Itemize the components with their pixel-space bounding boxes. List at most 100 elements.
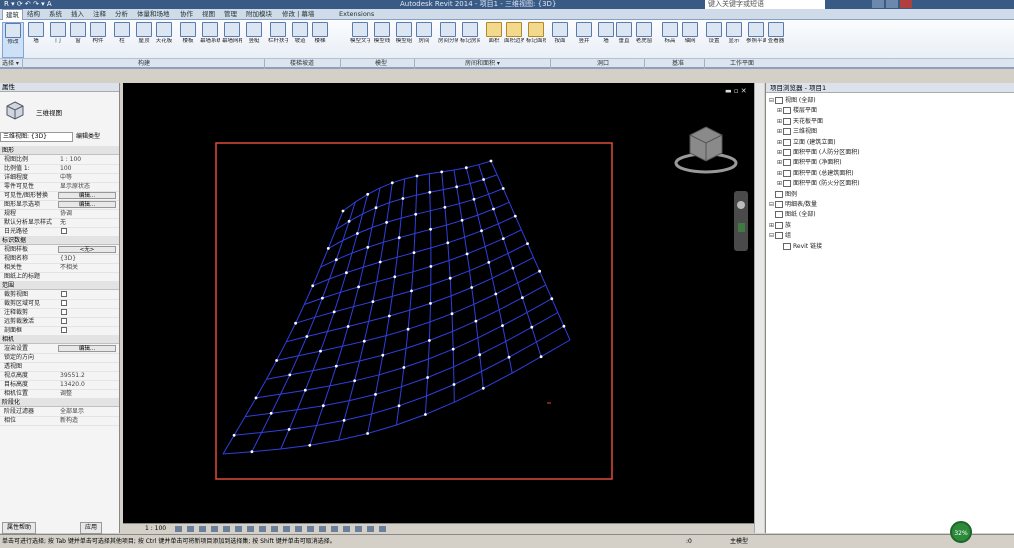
ribbon-button-17[interactable]: 模型组 (394, 22, 414, 56)
tab-11[interactable]: 修改 | 幕墙 (279, 9, 317, 20)
tab-9[interactable]: 管理 (221, 9, 240, 20)
browser-node[interactable]: ⊞ 面积平面 (总建筑面积) (777, 169, 854, 178)
grid-node[interactable] (507, 355, 511, 359)
grid-node[interactable] (232, 433, 236, 437)
ribbon-button-2[interactable]: 门 (48, 22, 68, 56)
browser-node[interactable]: 图例 (769, 190, 797, 199)
ribbon-button-7[interactable]: 天花板 (154, 22, 174, 56)
ribbon-button-5[interactable]: 柱 (112, 22, 132, 56)
grid-line-vertical[interactable] (280, 194, 369, 450)
grid-node[interactable] (311, 284, 315, 288)
properties-help-link[interactable]: 属性帮助 (2, 522, 37, 534)
grid-node[interactable] (455, 185, 459, 189)
properties-section-header[interactable]: 相机 (0, 335, 119, 344)
browser-node[interactable]: ⊞ 面积平面 (净面积) (777, 158, 842, 167)
view-control-icon[interactable] (187, 526, 194, 532)
property-value[interactable]: 13420.0 (60, 380, 118, 389)
grid-node[interactable] (550, 297, 554, 301)
grid-node[interactable] (412, 251, 416, 255)
view-control-icon[interactable] (319, 526, 326, 532)
view-control-icon[interactable] (247, 526, 254, 532)
property-value[interactable]: 100 (60, 164, 118, 173)
property-value[interactable]: 全部显示 (60, 407, 118, 416)
grid-node[interactable] (347, 219, 351, 223)
grid-node[interactable] (269, 411, 273, 415)
grid-node[interactable] (426, 376, 429, 379)
view-control-icon[interactable] (367, 526, 374, 532)
ribbon-button-30[interactable]: 轴网 (680, 22, 700, 56)
instance-selector[interactable]: 三维视图: {3D} (0, 132, 73, 142)
grid-node[interactable] (448, 276, 452, 280)
grid-node[interactable] (443, 205, 447, 209)
grid-node[interactable] (319, 349, 322, 353)
ribbon-button-0[interactable]: 修改 (2, 22, 24, 58)
grid-node[interactable] (346, 325, 350, 328)
view-control-icon[interactable] (331, 526, 338, 532)
view-control-icon[interactable] (307, 526, 314, 532)
ribbon-button-26[interactable]: 墙 (596, 22, 616, 56)
ribbon-button-22[interactable]: 面积边界 (504, 22, 524, 56)
ribbon-button-6[interactable]: 屋顶 (134, 22, 154, 56)
ribbon-button-15[interactable]: 模型文字 (350, 22, 370, 56)
grid-node[interactable] (326, 247, 330, 250)
browser-node[interactable]: ⊞ 三维视图 (777, 127, 817, 136)
view-window-controls[interactable]: ▬ ▫ ✕ (725, 87, 747, 95)
browser-node[interactable]: ⊞ 天花板平面 (777, 117, 823, 126)
grid-node[interactable] (387, 314, 391, 318)
properties-section-header[interactable]: 阶段化 (0, 398, 119, 407)
property-value[interactable]: 中等 (60, 173, 118, 182)
view-control-icon[interactable] (295, 526, 302, 532)
grid-node[interactable] (334, 364, 338, 368)
browser-node[interactable]: ⊞ 族 (769, 221, 791, 230)
grid-node[interactable] (526, 242, 529, 246)
grid-node[interactable] (374, 206, 378, 210)
edit-type-button[interactable]: 编辑类型 (76, 132, 118, 142)
grid-node[interactable] (342, 419, 346, 422)
grid-node[interactable] (294, 321, 297, 325)
grid-node[interactable] (275, 359, 278, 362)
tab-4[interactable]: 注释 (90, 9, 109, 20)
grid-node[interactable] (429, 265, 433, 268)
ribbon-button-13[interactable]: 坡道 (290, 22, 310, 56)
ribbon-button-23[interactable]: 标记面积 (526, 22, 546, 56)
grid-node[interactable] (406, 327, 410, 331)
tab-7[interactable]: 协作 (177, 9, 196, 20)
view-control-icon[interactable] (259, 526, 266, 532)
grid-node[interactable] (480, 229, 483, 233)
grid-node[interactable] (501, 237, 505, 241)
property-edit-button[interactable]: 编辑... (58, 192, 116, 199)
property-value[interactable]: 39551.2 (60, 371, 118, 380)
grid-node[interactable] (487, 261, 491, 264)
grid-node[interactable] (378, 260, 382, 264)
ribbon-button-16[interactable]: 模型线 (372, 22, 392, 56)
maximize-button[interactable] (886, 0, 898, 8)
properties-section-header[interactable]: 标识数据 (0, 236, 119, 245)
view-control-icon[interactable] (355, 526, 362, 532)
ribbon-button-24[interactable]: 按面 (550, 22, 570, 56)
grid-node[interactable] (501, 324, 504, 327)
property-edit-button[interactable]: 编辑... (58, 201, 116, 208)
grid-node[interactable] (356, 232, 359, 235)
tab-2[interactable]: 系统 (46, 9, 65, 20)
grid-node[interactable] (341, 209, 345, 213)
grid-node[interactable] (332, 310, 336, 314)
grid-node[interactable] (429, 302, 432, 305)
tab-8[interactable]: 视图 (199, 9, 218, 20)
grid-node[interactable] (305, 335, 309, 338)
tab-12[interactable]: Extensions (336, 9, 377, 20)
grid-node[interactable] (451, 347, 455, 351)
grid-node[interactable] (287, 428, 291, 431)
grid-node[interactable] (390, 181, 394, 185)
grid-node[interactable] (501, 187, 505, 190)
view-control-icon[interactable] (343, 526, 350, 532)
grid-node[interactable] (513, 214, 517, 218)
browser-node[interactable]: ⊟ 组 (769, 231, 791, 240)
ribbon-button-34[interactable]: 查看器 (766, 22, 786, 56)
tab-10[interactable]: 附加模块 (243, 9, 275, 20)
grid-node[interactable] (538, 269, 541, 273)
grid-node[interactable] (494, 292, 498, 296)
grid-node[interactable] (366, 192, 370, 196)
grid-node[interactable] (428, 339, 431, 342)
steering-wheel-icon[interactable] (737, 201, 745, 209)
browser-node[interactable]: ⊞ 楼层平面 (777, 106, 817, 115)
